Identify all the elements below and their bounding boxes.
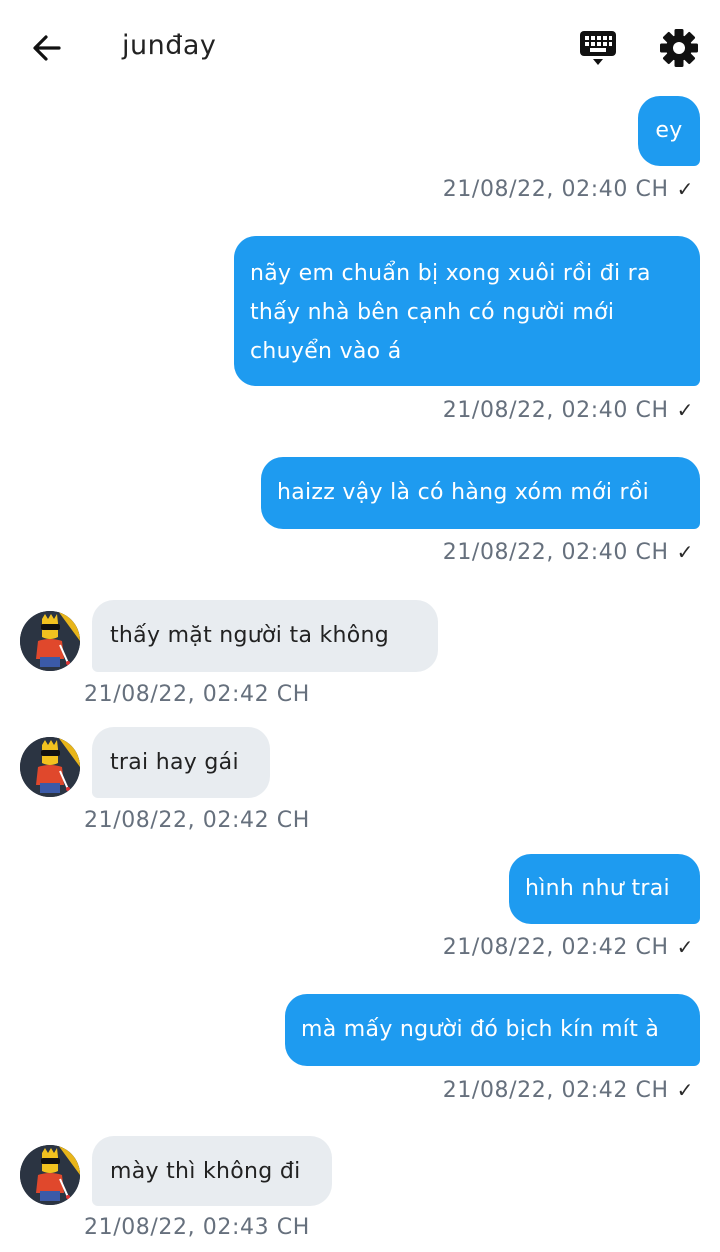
message-bubble-incoming[interactable]: thấy mặt người ta không	[92, 600, 438, 672]
contact-avatar[interactable]	[20, 611, 80, 671]
message-timestamp: 21/08/22, 02:42 CH ✓	[443, 1075, 694, 1106]
message-bubble-incoming[interactable]: trai hay gái	[92, 727, 270, 798]
message-bubble-incoming[interactable]: mày thì không đi	[92, 1136, 332, 1206]
timestamp-text: 21/08/22, 02:42 CH	[442, 935, 669, 960]
keyboard-button[interactable]	[576, 28, 620, 68]
timestamp-text: 21/08/22, 02:42 CH	[442, 1078, 669, 1103]
sent-check-icon: ✓	[676, 1078, 694, 1102]
timestamp-text: 21/08/22, 02:40 CH	[442, 398, 669, 423]
message-bubble-outgoing[interactable]: nãy em chuẩn bị xong xuôi rồi đi ra thấy…	[234, 236, 700, 386]
keyboard-icon	[580, 31, 616, 65]
message-timestamp: 21/08/22, 02:42 CH	[84, 680, 310, 710]
message-timestamp: 21/08/22, 02:42 CH	[84, 806, 310, 836]
gear-icon	[660, 29, 698, 67]
timestamp-text: 21/08/22, 02:40 CH	[442, 540, 669, 565]
avatar-icon	[20, 611, 80, 671]
avatar-icon	[20, 1145, 80, 1205]
back-button[interactable]	[26, 27, 68, 69]
sent-check-icon: ✓	[676, 398, 694, 422]
sent-check-icon: ✓	[676, 177, 694, 201]
message-bubble-outgoing[interactable]: ey	[638, 96, 700, 166]
message-bubble-outgoing[interactable]: hình như trai	[509, 854, 700, 924]
timestamp-text: 21/08/22, 02:42 CH	[84, 682, 310, 707]
avatar-icon	[20, 737, 80, 797]
timestamp-text: 21/08/22, 02:40 CH	[442, 177, 669, 202]
chat-screen: junđay ey 21/08/22, 02:40 CH ✓ nãy em ch…	[0, 0, 720, 1252]
message-bubble-outgoing[interactable]: haizz vậy là có hàng xóm mới rồi	[261, 457, 700, 529]
chat-header: junđay	[0, 0, 720, 92]
timestamp-text: 21/08/22, 02:43 CH	[84, 1215, 310, 1240]
message-timestamp: 21/08/22, 02:42 CH ✓	[443, 932, 694, 963]
message-timestamp: 21/08/22, 02:40 CH ✓	[443, 174, 694, 205]
message-bubble-outgoing[interactable]: mà mấy người đó bịch kín mít à	[285, 994, 700, 1066]
sent-check-icon: ✓	[676, 935, 694, 959]
timestamp-text: 21/08/22, 02:42 CH	[84, 808, 310, 833]
message-timestamp: 21/08/22, 02:40 CH ✓	[443, 537, 694, 568]
contact-avatar[interactable]	[20, 737, 80, 797]
message-timestamp: 21/08/22, 02:40 CH ✓	[443, 395, 694, 426]
contact-avatar[interactable]	[20, 1145, 80, 1205]
settings-button[interactable]	[657, 26, 701, 70]
sent-check-icon: ✓	[676, 540, 694, 564]
arrow-left-icon	[33, 35, 61, 61]
chat-title: junđay	[122, 30, 217, 61]
message-timestamp: 21/08/22, 02:43 CH	[84, 1213, 310, 1243]
